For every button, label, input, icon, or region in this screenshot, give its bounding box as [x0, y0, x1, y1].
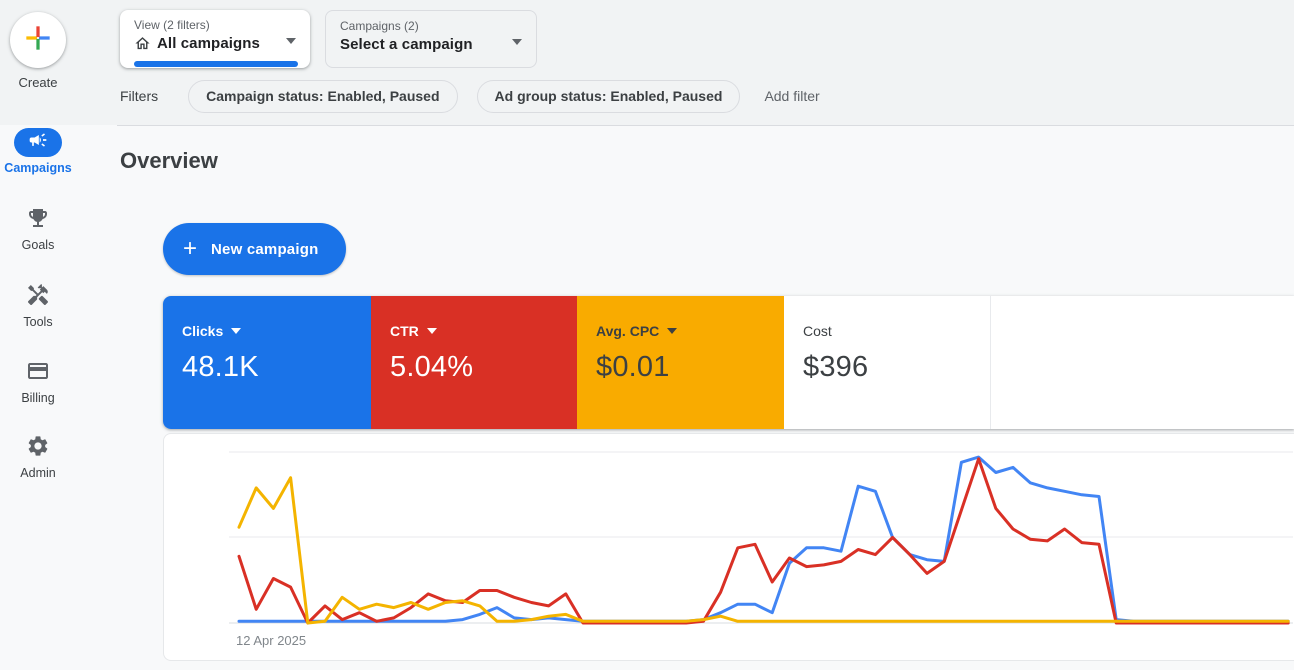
series-line-avg-cpc [239, 478, 1288, 623]
tools-icon [26, 283, 50, 312]
new-campaign-button[interactable]: + New campaign [163, 223, 346, 275]
credit-card-icon [26, 359, 50, 388]
active-tab-underline [134, 61, 298, 67]
scorecard-value: 48.1K [182, 351, 371, 384]
trophy-icon [26, 206, 50, 235]
scorecard-value: $396 [803, 351, 990, 384]
filters-bar: Filters Campaign status: Enabled, Paused… [120, 79, 820, 113]
plus-icon: + [183, 237, 197, 261]
chevron-down-icon [667, 328, 677, 334]
campaign-selector-eyebrow: Campaigns (2) [340, 19, 524, 33]
sidebar-item-billing[interactable]: Billing [0, 359, 76, 405]
view-selector-eyebrow: View (2 filters) [134, 18, 298, 32]
new-campaign-label: New campaign [211, 241, 318, 258]
chevron-down-icon [427, 328, 437, 334]
create-label: Create [0, 75, 76, 90]
timeseries-chart [164, 434, 1293, 660]
active-pill [14, 128, 62, 157]
scorecard-clicks[interactable]: Clicks 48.1K [163, 296, 371, 429]
sidebar-item-admin[interactable]: Admin [0, 434, 76, 480]
scorecard-ctr[interactable]: CTR 5.04% [371, 296, 577, 429]
scorecard-avg-cpc[interactable]: Avg. CPC $0.01 [577, 296, 784, 429]
campaign-selector-dropdown[interactable]: Campaigns (2) Select a campaign [325, 10, 537, 68]
create-button[interactable]: Create [0, 12, 76, 90]
series-line-clicks [239, 457, 1288, 621]
view-selector-dropdown[interactable]: View (2 filters) All campaigns [120, 10, 310, 68]
filter-chip-campaign-status[interactable]: Campaign status: Enabled, Paused [188, 80, 457, 113]
home-icon [134, 35, 151, 52]
add-filter-button[interactable]: Add filter [764, 88, 819, 104]
scorecard-strip: Clicks 48.1K CTR 5.04% Avg. CPC $0.01 Co… [163, 296, 1294, 429]
header-divider [117, 125, 1294, 126]
gear-icon [26, 434, 50, 463]
view-selector-value: All campaigns [157, 35, 260, 52]
scorecard-label: CTR [390, 323, 419, 339]
series-line-ctr [239, 459, 1288, 623]
megaphone-icon [28, 130, 48, 155]
campaign-selector-value: Select a campaign [340, 36, 473, 53]
scorecard-cost[interactable]: Cost $396 [784, 296, 990, 429]
chevron-down-icon [231, 328, 241, 334]
google-ads-overview-page: Create Campaigns Goals [0, 0, 1294, 670]
chevron-down-icon [286, 38, 296, 44]
sidebar-item-tools[interactable]: Tools [0, 283, 76, 329]
filters-label: Filters [120, 88, 158, 104]
scorecard-value: $0.01 [596, 351, 784, 384]
sidebar-item-label: Admin [0, 466, 76, 480]
sidebar-item-label: Goals [0, 238, 76, 252]
scorecard-label: Cost [803, 323, 832, 339]
chevron-down-icon [512, 39, 522, 45]
sidebar-item-goals[interactable]: Goals [0, 206, 76, 252]
sidebar-item-campaigns[interactable]: Campaigns [0, 128, 76, 175]
scorecard-empty-slot [990, 296, 1294, 429]
left-nav-rail: Create Campaigns Goals [0, 0, 76, 670]
filter-chip-adgroup-status[interactable]: Ad group status: Enabled, Paused [477, 80, 741, 113]
scorecard-value: 5.04% [390, 351, 577, 384]
overview-chart-card: 12 Apr 2025 [163, 433, 1294, 661]
scorecard-label: Clicks [182, 323, 223, 339]
x-axis-start-label: 12 Apr 2025 [236, 633, 306, 648]
sidebar-item-label: Billing [0, 391, 76, 405]
sidebar-item-label: Tools [0, 315, 76, 329]
sidebar-item-label: Campaigns [0, 161, 76, 175]
google-plus-icon [24, 24, 52, 57]
scorecard-label: Avg. CPC [596, 323, 659, 339]
page-title: Overview [120, 148, 218, 174]
